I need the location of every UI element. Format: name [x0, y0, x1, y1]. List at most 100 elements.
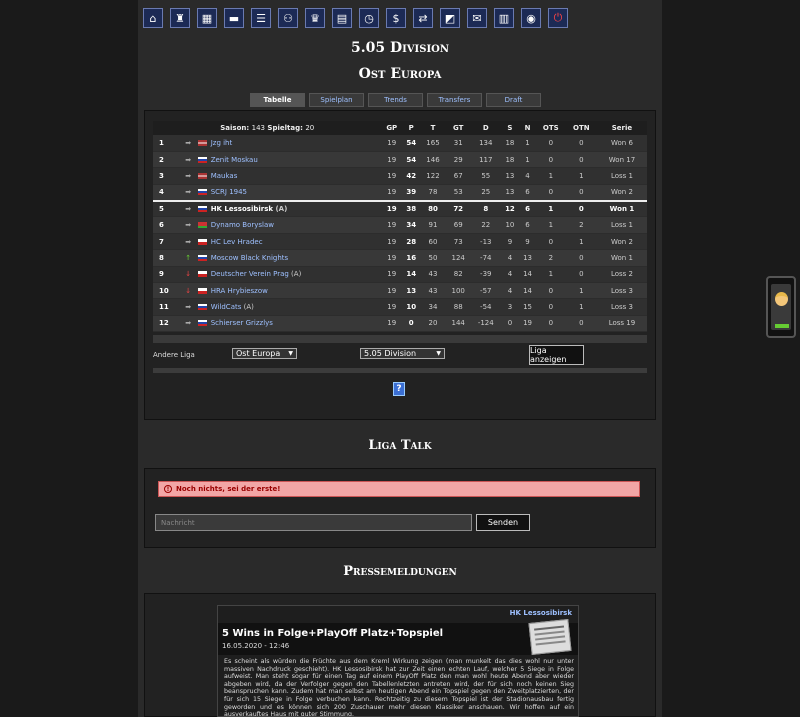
send-button[interactable]: Senden	[476, 514, 530, 531]
ots-cell: 0	[535, 135, 566, 152]
rank-cell: 11	[153, 298, 183, 316]
p-cell: 28	[402, 233, 421, 251]
n-cell: 13	[519, 249, 536, 267]
lineup-icon[interactable]: ▦	[197, 8, 217, 28]
gt-cell: 29	[445, 151, 471, 169]
arrow-right-icon: ➡	[185, 319, 192, 328]
training-icon[interactable]: ▬	[224, 8, 244, 28]
region-title: Ost Europa	[358, 66, 442, 82]
clock-icon[interactable]: ◷	[359, 8, 379, 28]
division-select-value: 5.05 Division	[364, 349, 417, 358]
jersey-icon[interactable]: ♜	[170, 8, 190, 28]
arrow-right-icon: ➡	[185, 237, 192, 246]
show-league-button[interactable]: Liga anzeigen	[529, 345, 584, 365]
d-cell: 55	[470, 167, 501, 185]
article-body: Es scheint als würden die Früchte aus de…	[224, 658, 574, 717]
team-link[interactable]: Dynamo Boryslaw	[211, 221, 274, 229]
tab-draft[interactable]: Draft	[486, 93, 541, 107]
team-link[interactable]: Maukas	[211, 172, 238, 180]
tab-trends[interactable]: Trends	[368, 93, 423, 107]
team-link[interactable]: Jzg iht	[211, 139, 233, 147]
league-select-value: Ost Europa	[236, 349, 281, 358]
otn-cell: 0	[565, 315, 597, 333]
s-cell: 4	[500, 249, 520, 267]
arena-icon[interactable]: ▤	[332, 8, 352, 28]
arrow-right-icon: ➡	[185, 155, 192, 164]
help-icon[interactable]: ?	[393, 382, 405, 396]
col-gp[interactable]: GP	[381, 121, 403, 135]
s-cell: 12	[500, 199, 520, 218]
serie-cell: Won 2	[596, 233, 647, 251]
col-s[interactable]: S	[500, 121, 520, 135]
list-icon[interactable]: ☰	[251, 8, 271, 28]
press-title: Pressemeldungen	[343, 564, 457, 579]
col-d[interactable]: D	[470, 121, 501, 135]
serie-cell: Won 1	[596, 199, 647, 218]
finance-icon[interactable]: $	[386, 8, 406, 28]
liga-talk-title: Liga Talk	[368, 438, 432, 453]
tab-transfers[interactable]: Transfers	[427, 93, 482, 107]
col-serie[interactable]: Serie	[596, 121, 647, 135]
team-link[interactable]: Moscow Black Knights	[211, 254, 288, 262]
t-cell: 20	[420, 315, 446, 333]
team-cell: HK Lessosibirsk (A)	[210, 199, 382, 218]
logout-icon[interactable]: ⏻	[548, 8, 568, 28]
flag-icon	[197, 271, 207, 278]
n-cell: 6	[519, 199, 536, 218]
col-p[interactable]: P	[402, 121, 421, 135]
serie-cell: Won 1	[596, 249, 647, 267]
league-select[interactable]: Ost Europa ▼	[232, 348, 297, 359]
gp-cell: 19	[381, 199, 403, 218]
home-icon[interactable]: ⌂	[143, 8, 163, 28]
team-link[interactable]: WildCats	[211, 303, 242, 311]
mail-icon[interactable]: ✉	[467, 8, 487, 28]
serie-cell: Won 17	[596, 151, 647, 169]
tab-spielplan[interactable]: Spielplan	[309, 93, 364, 107]
n-cell: 14	[519, 266, 536, 284]
press-article: HK Lessosibirsk 5 Wins in Folge+PlayOff …	[217, 605, 579, 717]
division-select[interactable]: 5.05 Division ▼	[360, 348, 445, 359]
team-link[interactable]: HK Lessosibirsk	[211, 205, 273, 213]
col-gt[interactable]: GT	[445, 121, 471, 135]
table-row: 9 ↓ Deutscher Verein Prag (A) 19 14 43 82 -39 4 1…	[153, 266, 647, 284]
table-row: 5 ➡ HK Lessosibirsk (A) 19 38 80 72 8 12 6 1 0 Won 1	[153, 199, 647, 218]
transfer-icon[interactable]: ⇄	[413, 8, 433, 28]
stats-icon[interactable]: ◩	[440, 8, 460, 28]
serie-cell: Won 6	[596, 135, 647, 152]
message-input[interactable]: Nachricht	[155, 514, 472, 531]
s-cell: 10	[500, 216, 520, 234]
phone-widget[interactable]	[766, 276, 796, 338]
trophy-icon[interactable]: ♛	[305, 8, 325, 28]
article-team-link[interactable]: HK Lessosibirsk	[510, 609, 572, 617]
rank-cell: 5	[153, 199, 183, 218]
ots-cell: 1	[535, 167, 566, 185]
rank-cell: 1	[153, 135, 183, 152]
versus-icon[interactable]: ⚇	[278, 8, 298, 28]
table-icon[interactable]: ▥	[494, 8, 514, 28]
serie-cell: Loss 1	[596, 216, 647, 234]
otn-cell: 0	[565, 135, 597, 152]
team-link[interactable]: Zenit Moskau	[211, 156, 258, 164]
standings-table: Saison: 143 Spieltag: 20 GP P T GT D S N…	[153, 121, 647, 333]
col-otn[interactable]: OTN	[565, 121, 597, 135]
col-n[interactable]: N	[519, 121, 536, 135]
arrow-right-icon: ➡	[185, 188, 192, 197]
tab-tabelle[interactable]: Tabelle	[250, 93, 305, 107]
team-link[interactable]: SCRJ 1945	[211, 188, 247, 196]
chevron-down-icon: ▼	[436, 350, 441, 357]
team-link[interactable]: Schierser Grizzlys	[211, 319, 273, 327]
p-cell: 39	[402, 184, 421, 202]
team-cell: Deutscher Verein Prag (A)	[210, 266, 382, 284]
flag-icon	[197, 189, 207, 196]
team-link[interactable]: HC Lev Hradec	[211, 238, 263, 246]
col-t[interactable]: T	[420, 121, 446, 135]
team-link[interactable]: HRA Hrybieszow	[211, 287, 268, 295]
team-link[interactable]: Deutscher Verein Prag	[211, 270, 289, 278]
chat-icon[interactable]: ◉	[521, 8, 541, 28]
n-cell: 19	[519, 315, 536, 333]
table-row: 6 ➡ Dynamo Boryslaw 19 34 91 69 22 10 6 1 2 Loss 1	[153, 216, 647, 234]
arrow-right-icon: ➡	[185, 171, 192, 180]
flag-cell	[193, 216, 211, 234]
col-ots[interactable]: OTS	[535, 121, 566, 135]
flag-cell	[193, 167, 211, 185]
